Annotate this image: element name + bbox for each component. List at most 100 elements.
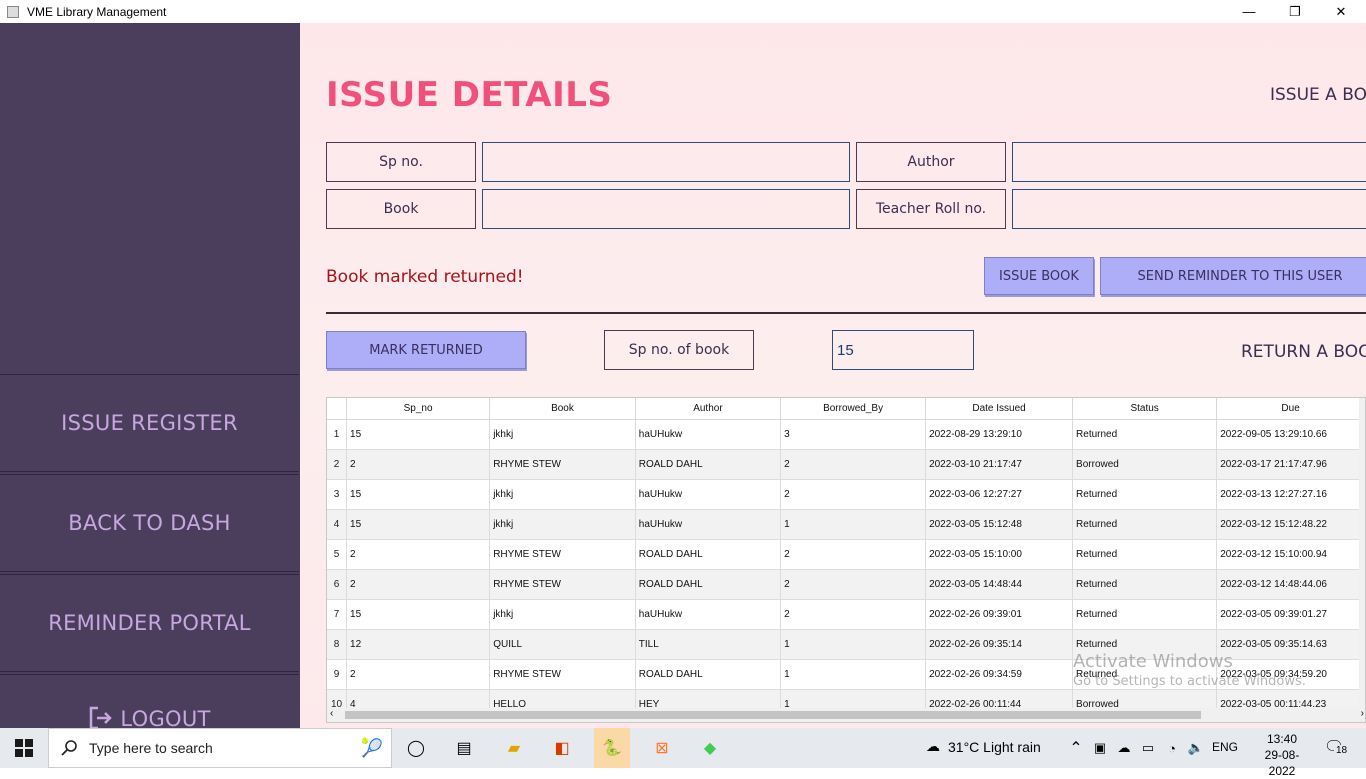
table-cell[interactable]: Returned: [1072, 419, 1218, 450]
table-cell[interactable]: jkhkj: [489, 599, 636, 630]
taskbar-search-box[interactable]: Type here to search 🎾: [48, 728, 392, 768]
horizontal-scrollbar[interactable]: ‹ ›: [327, 708, 1365, 722]
table-cell[interactable]: 2022-03-05 09:39:01.27: [1216, 599, 1365, 630]
table-cell[interactable]: 1: [780, 509, 927, 540]
table-cell[interactable]: 2022-03-12 15:12:48.22: [1216, 509, 1365, 540]
qt-icon[interactable]: ◆: [698, 736, 722, 760]
table-cell[interactable]: 2: [780, 539, 927, 570]
meet-now-icon[interactable]: ▣: [1088, 736, 1112, 760]
table-cell[interactable]: jkhkj: [489, 419, 636, 450]
vertical-scrollbar[interactable]: [1359, 398, 1365, 710]
table-cell[interactable]: ROALD DAHL: [635, 539, 782, 570]
table-cell[interactable]: Returned: [1072, 599, 1218, 630]
table-row[interactable]: 2 2 RHYME STEW ROALD DAHL 2 2022-03-10 21:17:…: [327, 449, 1365, 480]
table-row[interactable]: 3 15 jkhkj haUHukw 2 2022-03-06 12:27:27 Retur…: [327, 479, 1365, 510]
table-cell[interactable]: Returned: [1072, 479, 1218, 510]
back-to-dash-button[interactable]: BACK TO DASH: [0, 474, 299, 572]
scroll-right-icon[interactable]: ›: [1361, 708, 1364, 719]
column-header[interactable]: Borrowed_By: [780, 398, 927, 420]
notification-center-icon[interactable]: 🗨 18: [1324, 737, 1350, 759]
send-reminder-button[interactable]: SEND REMINDER TO THIS USER: [1100, 257, 1366, 295]
table-cell[interactable]: 1: [780, 629, 927, 660]
table-cell[interactable]: 2022-03-12 14:48:44.06: [1216, 569, 1365, 600]
row-number[interactable]: 6: [327, 569, 348, 600]
file-explorer-icon[interactable]: ▰: [502, 736, 526, 760]
table-cell[interactable]: 2022-03-17 21:17:47.96: [1216, 449, 1365, 480]
office-icon[interactable]: ◧: [550, 736, 574, 760]
table-cell[interactable]: 2: [780, 569, 927, 600]
table-cell[interactable]: haUHukw: [635, 479, 782, 510]
table-cell[interactable]: 2: [346, 659, 491, 690]
table-cell[interactable]: QUILL: [489, 629, 636, 660]
column-header[interactable]: Book: [489, 398, 636, 420]
table-row[interactable]: 7 15 jkhkj haUHukw 2 2022-02-26 09:39:01 Retur…: [327, 599, 1365, 630]
table-cell[interactable]: 2022-03-13 12:27:27.16: [1216, 479, 1365, 510]
sp-no-input[interactable]: [482, 142, 850, 182]
table-cell[interactable]: 2022-03-12 15:10:00.94: [1216, 539, 1365, 570]
table-cell[interactable]: Returned: [1072, 539, 1218, 570]
table-cell[interactable]: Returned: [1072, 509, 1218, 540]
table-cell[interactable]: 2: [780, 599, 927, 630]
column-header[interactable]: Date Issued: [925, 398, 1074, 420]
sp-no-of-book-input[interactable]: [832, 330, 974, 370]
battery-icon[interactable]: ▭: [1136, 736, 1160, 760]
table-cell[interactable]: haUHukw: [635, 509, 782, 540]
task-view-icon[interactable]: ▤: [452, 736, 476, 760]
table-cell[interactable]: 2022-09-05 13:29:10.66: [1216, 419, 1365, 450]
table-cell[interactable]: 2: [346, 449, 491, 480]
clock[interactable]: 13:40 29-08-2022: [1254, 731, 1310, 779]
scroll-thumb[interactable]: [345, 711, 1201, 719]
book-input[interactable]: [482, 189, 850, 229]
row-number[interactable]: 2: [327, 449, 348, 480]
column-header[interactable]: Sp_no: [346, 398, 491, 420]
table-cell[interactable]: 2022-03-05 15:10:00: [925, 539, 1074, 570]
row-number[interactable]: 3: [327, 479, 348, 510]
chevron-up-icon[interactable]: ⌃: [1064, 736, 1088, 760]
table-row[interactable]: 4 15 jkhkj haUHukw 1 2022-03-05 15:12:48 Retur…: [327, 509, 1365, 540]
table-cell[interactable]: 1: [780, 659, 927, 690]
table-cell[interactable]: 2022-03-10 21:17:47: [925, 449, 1074, 480]
table-cell[interactable]: jkhkj: [489, 509, 636, 540]
table-cell[interactable]: 2022-02-26 09:34:59: [925, 659, 1074, 690]
table-cell[interactable]: 2022-02-26 09:39:01: [925, 599, 1074, 630]
table-cell[interactable]: 15: [346, 599, 491, 630]
table-cell[interactable]: 2022-03-06 12:27:27: [925, 479, 1074, 510]
table-cell[interactable]: 2022-03-05 14:48:44: [925, 569, 1074, 600]
volume-icon[interactable]: 🔈: [1184, 736, 1208, 760]
close-button[interactable]: ✕: [1318, 0, 1364, 23]
xampp-icon[interactable]: ⊠: [650, 736, 674, 760]
row-number[interactable]: 1: [327, 419, 348, 450]
table-cell[interactable]: RHYME STEW: [489, 449, 636, 480]
table-cell[interactable]: 2022-02-26 09:35:14: [925, 629, 1074, 660]
mark-returned-button[interactable]: MARK RETURNED: [326, 331, 526, 369]
table-cell[interactable]: haUHukw: [635, 419, 782, 450]
windows-start-icon[interactable]: [12, 736, 36, 760]
table-cell[interactable]: haUHukw: [635, 599, 782, 630]
table-cell[interactable]: 3: [780, 419, 927, 450]
reminder-portal-button[interactable]: REMINDER PORTAL: [0, 574, 299, 672]
minimize-button[interactable]: —: [1226, 0, 1272, 23]
table-cell[interactable]: 12: [346, 629, 491, 660]
row-number[interactable]: 8: [327, 629, 348, 660]
table-cell[interactable]: 2: [346, 569, 491, 600]
teacher-roll-input[interactable]: [1012, 189, 1366, 229]
restore-button[interactable]: ❐: [1272, 0, 1318, 23]
row-number[interactable]: 4: [327, 509, 348, 540]
column-header[interactable]: Status: [1072, 398, 1218, 420]
table-cell[interactable]: ROALD DAHL: [635, 449, 782, 480]
table-cell[interactable]: 15: [346, 509, 491, 540]
table-cell[interactable]: Borrowed: [1072, 449, 1218, 480]
cortana-icon[interactable]: ◯: [404, 736, 428, 760]
table-cell[interactable]: 15: [346, 479, 491, 510]
language-indicator[interactable]: ENG: [1212, 740, 1238, 754]
table-cell[interactable]: RHYME STEW: [489, 539, 636, 570]
onedrive-icon[interactable]: ☁: [1112, 736, 1136, 760]
row-number[interactable]: 5: [327, 539, 348, 570]
issue-book-button[interactable]: ISSUE BOOK: [984, 257, 1094, 295]
column-header[interactable]: Due: [1216, 398, 1365, 420]
table-row[interactable]: 6 2 RHYME STEW ROALD DAHL 2 2022-03-05 14:48:…: [327, 569, 1365, 600]
table-cell[interactable]: ROALD DAHL: [635, 659, 782, 690]
author-input[interactable]: [1012, 142, 1366, 182]
scroll-left-icon[interactable]: ‹: [330, 708, 333, 719]
wifi-icon[interactable]: ◔: [1160, 736, 1184, 760]
